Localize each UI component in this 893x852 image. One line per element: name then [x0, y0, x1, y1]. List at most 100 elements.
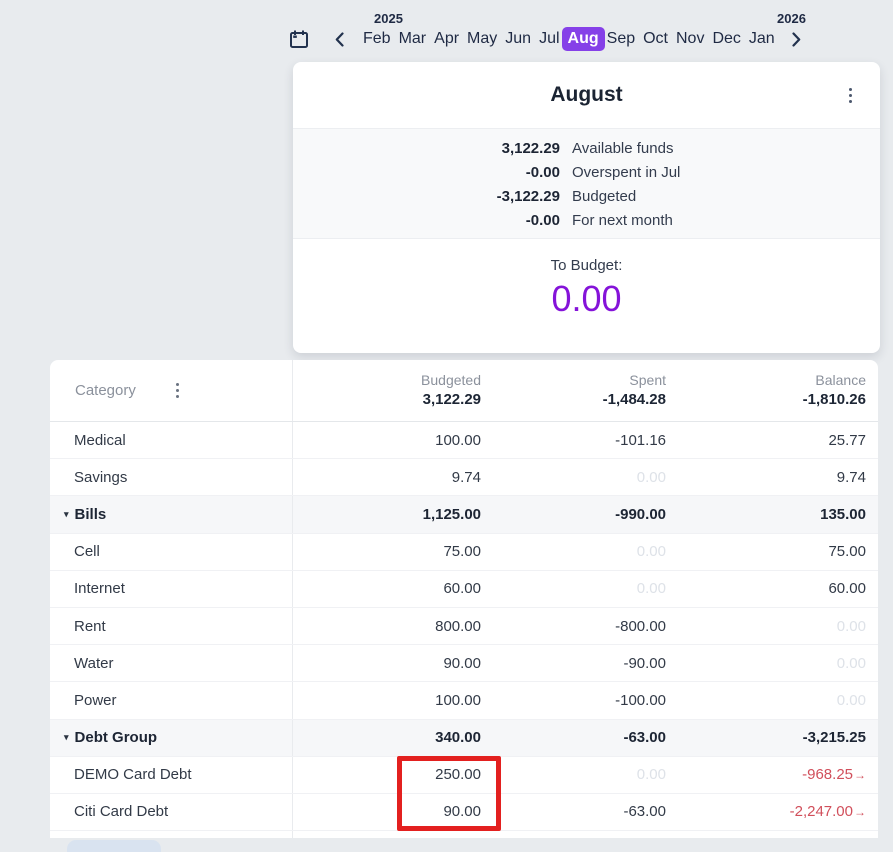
- month-item-jun[interactable]: Jun: [502, 27, 534, 51]
- month-item-jan[interactable]: Jan: [746, 27, 778, 51]
- collapse-triangle-icon[interactable]: ▾: [64, 732, 69, 743]
- collapse-triangle-icon[interactable]: ▾: [64, 509, 69, 520]
- category-cell[interactable]: Rent: [50, 608, 293, 644]
- month-navigation: FebMarAprMayJunJulAugSepOctNovDecJan: [288, 27, 804, 51]
- spent-cell[interactable]: 0.00: [489, 580, 674, 597]
- category-cell[interactable]: Cell: [50, 534, 293, 570]
- table-menu-button[interactable]: [174, 381, 181, 400]
- balance-cell[interactable]: 60.00: [674, 580, 878, 597]
- funds-summary: 3,122.29Available funds-0.00Overspent in…: [293, 128, 880, 239]
- to-budget-value[interactable]: 0.00: [293, 279, 880, 319]
- category-cell[interactable]: Savings: [50, 459, 293, 495]
- month-item-jul[interactable]: Jul: [536, 27, 562, 51]
- table-row[interactable]: Cell 75.000.0075.00: [50, 534, 878, 571]
- balance-value: -3,215.25: [803, 729, 866, 746]
- balance-cell[interactable]: 135.00: [674, 506, 878, 523]
- category-name: Internet: [74, 580, 125, 597]
- column-header-balance[interactable]: Balance-1,810.26: [674, 360, 878, 421]
- balance-cell[interactable]: 0.00: [674, 655, 878, 672]
- category-name: Cell: [74, 543, 100, 560]
- spent-cell[interactable]: -100.00: [489, 692, 674, 709]
- category-cell[interactable]: DEMO Card Debt: [50, 757, 293, 793]
- column-header-label: Spent: [629, 371, 666, 390]
- month-card-header: August: [293, 62, 880, 128]
- spent-cell[interactable]: 0.00: [489, 766, 674, 783]
- budgeted-cell[interactable]: 60.00: [293, 580, 489, 597]
- spent-cell[interactable]: -63.00: [489, 803, 674, 820]
- calendar-icon: [289, 29, 309, 49]
- prev-month-button[interactable]: [332, 27, 346, 51]
- summary-row: -3,122.29Budgeted: [293, 185, 880, 209]
- category-cell[interactable]: ▾Bills: [50, 496, 293, 532]
- table-row[interactable]: Power100.00-100.000.00: [50, 682, 878, 719]
- balance-cell[interactable]: 0.00: [674, 692, 878, 709]
- month-item-feb[interactable]: Feb: [360, 27, 394, 51]
- month-item-may[interactable]: May: [464, 27, 500, 51]
- category-cell[interactable]: Medical: [50, 422, 293, 458]
- table-row[interactable]: Medical 100.00-101.1625.77: [50, 422, 878, 459]
- to-budget-section: To Budget: 0.00: [293, 239, 880, 319]
- column-header-label: Budgeted: [421, 371, 481, 390]
- spent-cell[interactable]: 0.00: [489, 543, 674, 560]
- spent-cell[interactable]: -800.00: [489, 618, 674, 635]
- budgeted-cell[interactable]: 100.00: [293, 432, 489, 449]
- next-month-button[interactable]: [790, 27, 804, 51]
- category-name: Debt Group: [75, 729, 158, 746]
- budgeted-cell[interactable]: 9.74: [293, 469, 489, 486]
- balance-cell[interactable]: -968.25→: [674, 766, 878, 783]
- column-header-budgeted[interactable]: Budgeted3,122.29: [293, 360, 489, 421]
- balance-cell[interactable]: 0.00: [674, 618, 878, 635]
- table-row[interactable]: Savings9.740.009.74: [50, 459, 878, 496]
- budgeted-cell[interactable]: 340.00: [293, 729, 489, 746]
- category-cell[interactable]: Water: [50, 645, 293, 681]
- table-row[interactable]: DEMO Card Debt250.000.00-968.25→: [50, 757, 878, 794]
- carryover-arrow-icon: →: [854, 806, 866, 818]
- budgeted-cell[interactable]: 800.00: [293, 618, 489, 635]
- table-row[interactable]: Rent 800.00-800.000.00: [50, 608, 878, 645]
- column-header-spent[interactable]: Spent-1,484.28: [489, 360, 674, 421]
- category-name: Medical: [74, 432, 126, 449]
- balance-cell[interactable]: 75.00: [674, 543, 878, 560]
- calendar-button[interactable]: [288, 27, 310, 51]
- month-item-mar[interactable]: Mar: [396, 27, 430, 51]
- spent-cell[interactable]: -63.00: [489, 729, 674, 746]
- category-header-cell: Category: [50, 360, 293, 421]
- partial-button[interactable]: [67, 840, 161, 852]
- spent-cell[interactable]: -990.00: [489, 506, 674, 523]
- card-menu-button[interactable]: [847, 86, 854, 105]
- spent-cell[interactable]: -101.16: [489, 432, 674, 449]
- budgeted-cell[interactable]: 1,125.00: [293, 506, 489, 523]
- budgeted-cell[interactable]: 250.00: [293, 766, 489, 783]
- table-row-group[interactable]: ▾Bills1,125.00-990.00135.00: [50, 496, 878, 533]
- budgeted-cell[interactable]: 90.00: [293, 803, 489, 820]
- month-card: August 3,122.29Available funds-0.00Overs…: [293, 62, 880, 353]
- category-cell[interactable]: Internet: [50, 571, 293, 607]
- balance-cell[interactable]: 9.74: [674, 469, 878, 486]
- table-row[interactable]: Water90.00-90.000.00: [50, 645, 878, 682]
- summary-row: 3,122.29Available funds: [293, 137, 880, 161]
- budgeted-cell[interactable]: 100.00: [293, 692, 489, 709]
- card-title: August: [550, 83, 622, 107]
- category-cell[interactable]: ▾ Debt Group: [50, 720, 293, 756]
- spent-cell[interactable]: -90.00: [489, 655, 674, 672]
- month-item-oct[interactable]: Oct: [640, 27, 671, 51]
- balance-cell[interactable]: -3,215.25: [674, 729, 878, 746]
- budgeted-cell[interactable]: 90.00: [293, 655, 489, 672]
- month-item-sep[interactable]: Sep: [604, 27, 638, 51]
- category-name: Rent: [74, 618, 106, 635]
- month-item-dec[interactable]: Dec: [709, 27, 743, 51]
- month-item-nov[interactable]: Nov: [673, 27, 707, 51]
- spent-cell[interactable]: 0.00: [489, 469, 674, 486]
- budgeted-cell[interactable]: 75.00: [293, 543, 489, 560]
- balance-cell[interactable]: -2,247.00→: [674, 803, 878, 820]
- month-item-aug-selected[interactable]: Aug: [562, 27, 605, 51]
- table-row[interactable]: Citi Card Debt90.00-63.00-2,247.00→: [50, 794, 878, 831]
- balance-cell[interactable]: 25.77: [674, 432, 878, 449]
- year-label-right: 2026: [777, 11, 806, 26]
- table-row-group[interactable]: ▾ Debt Group 340.00-63.00 -3,215.25: [50, 720, 878, 757]
- column-total: -1,810.26: [803, 390, 866, 410]
- category-cell[interactable]: Citi Card Debt: [50, 794, 293, 830]
- month-item-apr[interactable]: Apr: [431, 27, 462, 51]
- category-cell[interactable]: Power: [50, 682, 293, 718]
- table-row[interactable]: Internet 60.000.0060.00: [50, 571, 878, 608]
